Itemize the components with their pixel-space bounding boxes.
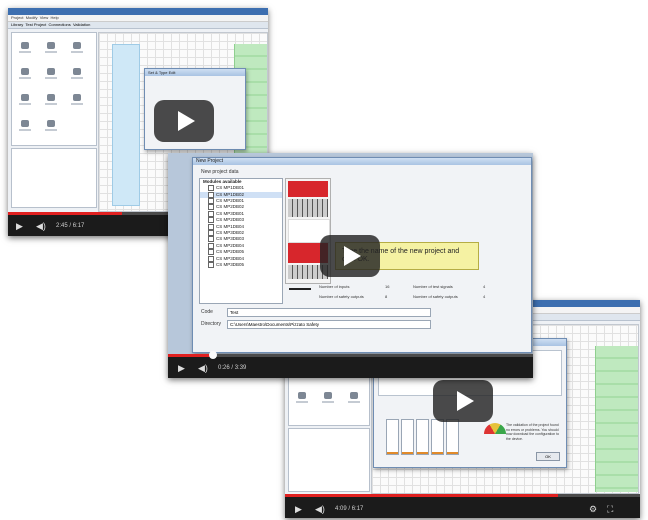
- player-controls: ▶ ◀) 0:26 / 3:39: [168, 351, 533, 378]
- resource-chart: [386, 419, 466, 455]
- progress-fill: [8, 212, 123, 215]
- info-label: Number of test signals: [413, 284, 453, 289]
- resource-bar: [446, 419, 459, 455]
- play-button[interactable]: [320, 235, 380, 277]
- tool-icon[interactable]: [44, 41, 58, 53]
- menu-item[interactable]: View: [40, 15, 49, 20]
- play-button[interactable]: [433, 380, 493, 422]
- menu-item[interactable]: Modify: [26, 15, 38, 20]
- properties-panel: [288, 428, 370, 492]
- tool-icon[interactable]: [321, 391, 335, 403]
- module-red-block: [288, 181, 328, 197]
- player-controls: ▶ ◀) 4:09 / 6:17 ⚙ ⛶: [285, 494, 640, 518]
- tab-library[interactable]: Library: [11, 22, 23, 27]
- menu-item[interactable]: Help: [51, 15, 59, 20]
- tab-bar: Library Test Project Connections Validat…: [8, 22, 268, 29]
- gauge-icon: [484, 423, 506, 434]
- dialog-title: New Project: [193, 158, 531, 165]
- tab-project[interactable]: Test Project: [25, 22, 46, 27]
- tool-icon[interactable]: [18, 119, 32, 131]
- time-display: 4:09 / 6:17: [335, 506, 364, 512]
- tool-icon[interactable]: [44, 119, 58, 131]
- video-thumbnail-2[interactable]: New Project New project data Modules ava…: [168, 153, 533, 378]
- progress-fill: [285, 494, 559, 497]
- progress-bar[interactable]: [285, 494, 640, 497]
- validation-note: The validation of the project found no e…: [506, 423, 560, 441]
- info-value: 8: [385, 294, 388, 299]
- info-value: 4: [483, 284, 486, 289]
- volume-icon[interactable]: ◀): [315, 504, 325, 514]
- tab-validation[interactable]: Validation: [73, 22, 90, 27]
- tool-icon[interactable]: [70, 41, 84, 53]
- dialog-title: Set & Type Edit: [145, 69, 245, 76]
- volume-icon[interactable]: ◀): [198, 363, 208, 373]
- info-value: 4: [483, 294, 486, 299]
- gear-icon[interactable]: ⚙: [589, 504, 597, 514]
- object-library-panel: [11, 32, 97, 146]
- scrubber-handle[interactable]: [209, 351, 217, 359]
- tool-icon[interactable]: [44, 67, 58, 79]
- ok-button[interactable]: OK: [536, 452, 560, 461]
- tool-icon[interactable]: [70, 93, 84, 105]
- info-label: Number of safety outputs: [319, 294, 364, 299]
- modules-list[interactable]: Modules available CS MP1DB01 CS MP1DB02 …: [199, 178, 283, 304]
- menu-item[interactable]: Project: [11, 15, 23, 20]
- directory-input[interactable]: C:\Users\Maestro\Documents\Pizzato Safet…: [227, 320, 431, 329]
- tool-icon[interactable]: [295, 391, 309, 403]
- properties-panel: [11, 148, 97, 208]
- code-label: Code: [201, 309, 213, 315]
- tool-icon[interactable]: [18, 93, 32, 105]
- play-button[interactable]: [154, 100, 214, 142]
- resource-bar: [401, 419, 414, 455]
- dialog-subtitle: New project data: [201, 169, 239, 175]
- volume-icon[interactable]: ◀): [36, 221, 46, 231]
- tool-icon[interactable]: [347, 391, 361, 403]
- app-window: New Project New project data Modules ava…: [168, 153, 533, 354]
- menu-bar: Project Modify View Help: [8, 15, 268, 22]
- play-icon[interactable]: ▶: [295, 504, 302, 514]
- time-display: 2:45 / 6:17: [56, 223, 85, 229]
- resource-bar: [416, 419, 429, 455]
- info-label: Number of inputs: [319, 284, 350, 289]
- input-module-strip: [112, 44, 140, 206]
- usb-icon: [289, 288, 311, 300]
- progress-fill: [168, 354, 212, 357]
- play-icon[interactable]: ▶: [16, 221, 23, 231]
- info-value: 16: [385, 284, 390, 289]
- tool-icon[interactable]: [44, 93, 58, 105]
- directory-label: Directory: [201, 321, 222, 327]
- tool-icon[interactable]: [18, 67, 32, 79]
- code-input[interactable]: Test: [227, 308, 431, 317]
- info-label: Number of safety outputs: [413, 294, 458, 299]
- title-bar: [8, 8, 268, 15]
- module-item[interactable]: CS MP3DB05: [200, 261, 282, 268]
- progress-bar[interactable]: [168, 354, 533, 357]
- play-icon[interactable]: ▶: [178, 363, 185, 373]
- tool-icon[interactable]: [18, 41, 32, 53]
- module-terminals: [288, 199, 328, 217]
- tab-connections[interactable]: Connections: [49, 22, 71, 27]
- output-module-strip: [595, 346, 638, 492]
- time-display: 0:26 / 3:39: [218, 365, 247, 371]
- fullscreen-icon[interactable]: ⛶: [607, 504, 613, 514]
- resource-bar: [386, 419, 399, 455]
- tool-icon[interactable]: [70, 67, 84, 79]
- resource-bar: [431, 419, 444, 455]
